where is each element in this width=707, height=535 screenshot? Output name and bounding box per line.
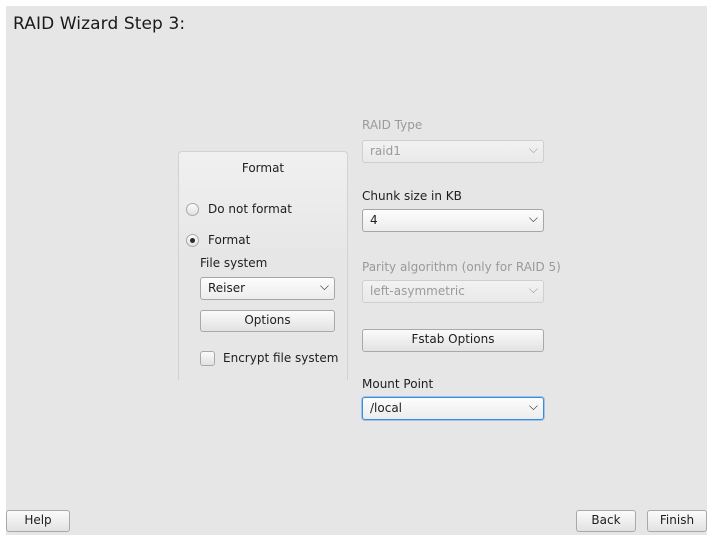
dialog-title: RAID Wizard Step 3: <box>13 14 186 34</box>
chevron-down-icon: ⌵ <box>319 279 329 293</box>
raid-type-value: raid1 <box>370 144 401 158</box>
finish-button[interactable]: Finish <box>647 510 707 532</box>
raid-wizard-dialog: RAID Wizard Step 3: Format Do not format… <box>6 6 707 535</box>
format-label[interactable]: Format <box>208 233 250 247</box>
parity-algorithm-value: left-asymmetric <box>370 284 465 298</box>
back-button[interactable]: Back <box>576 510 636 532</box>
file-system-label: File system <box>200 256 268 270</box>
help-button[interactable]: Help <box>6 510 70 532</box>
chevron-down-icon: ⌵ <box>528 282 538 296</box>
chevron-down-icon: ⌵ <box>528 142 538 156</box>
encrypt-label[interactable]: Encrypt file system <box>223 351 338 365</box>
format-group-title: Format <box>241 161 285 175</box>
parity-algorithm-combo: left-asymmetric ⌵ <box>362 280 544 303</box>
mount-point-value: /local <box>370 401 403 415</box>
format-radio[interactable] <box>186 234 199 247</box>
chevron-down-icon: ⌵ <box>528 211 538 225</box>
mount-point-label: Mount Point <box>362 377 434 391</box>
encrypt-checkbox[interactable] <box>200 351 215 366</box>
do-not-format-radio[interactable] <box>186 203 199 216</box>
chunk-size-combo[interactable]: 4 ⌵ <box>362 209 544 232</box>
do-not-format-label[interactable]: Do not format <box>208 202 292 216</box>
parity-algorithm-label: Parity algorithm (only for RAID 5) <box>362 260 561 274</box>
fstab-options-button[interactable]: Fstab Options <box>362 329 544 352</box>
chevron-down-icon: ⌵ <box>528 399 538 413</box>
options-button[interactable]: Options <box>200 310 335 332</box>
chunk-size-value: 4 <box>370 213 378 227</box>
mount-point-combo[interactable]: /local ⌵ <box>362 397 544 420</box>
file-system-combo[interactable]: Reiser ⌵ <box>200 277 335 300</box>
raid-type-label: RAID Type <box>362 118 423 132</box>
format-group: Format Do not format Format File system … <box>178 151 348 380</box>
file-system-value: Reiser <box>208 281 246 295</box>
chunk-size-label: Chunk size in KB <box>362 189 462 203</box>
raid-type-combo: raid1 ⌵ <box>362 140 544 163</box>
